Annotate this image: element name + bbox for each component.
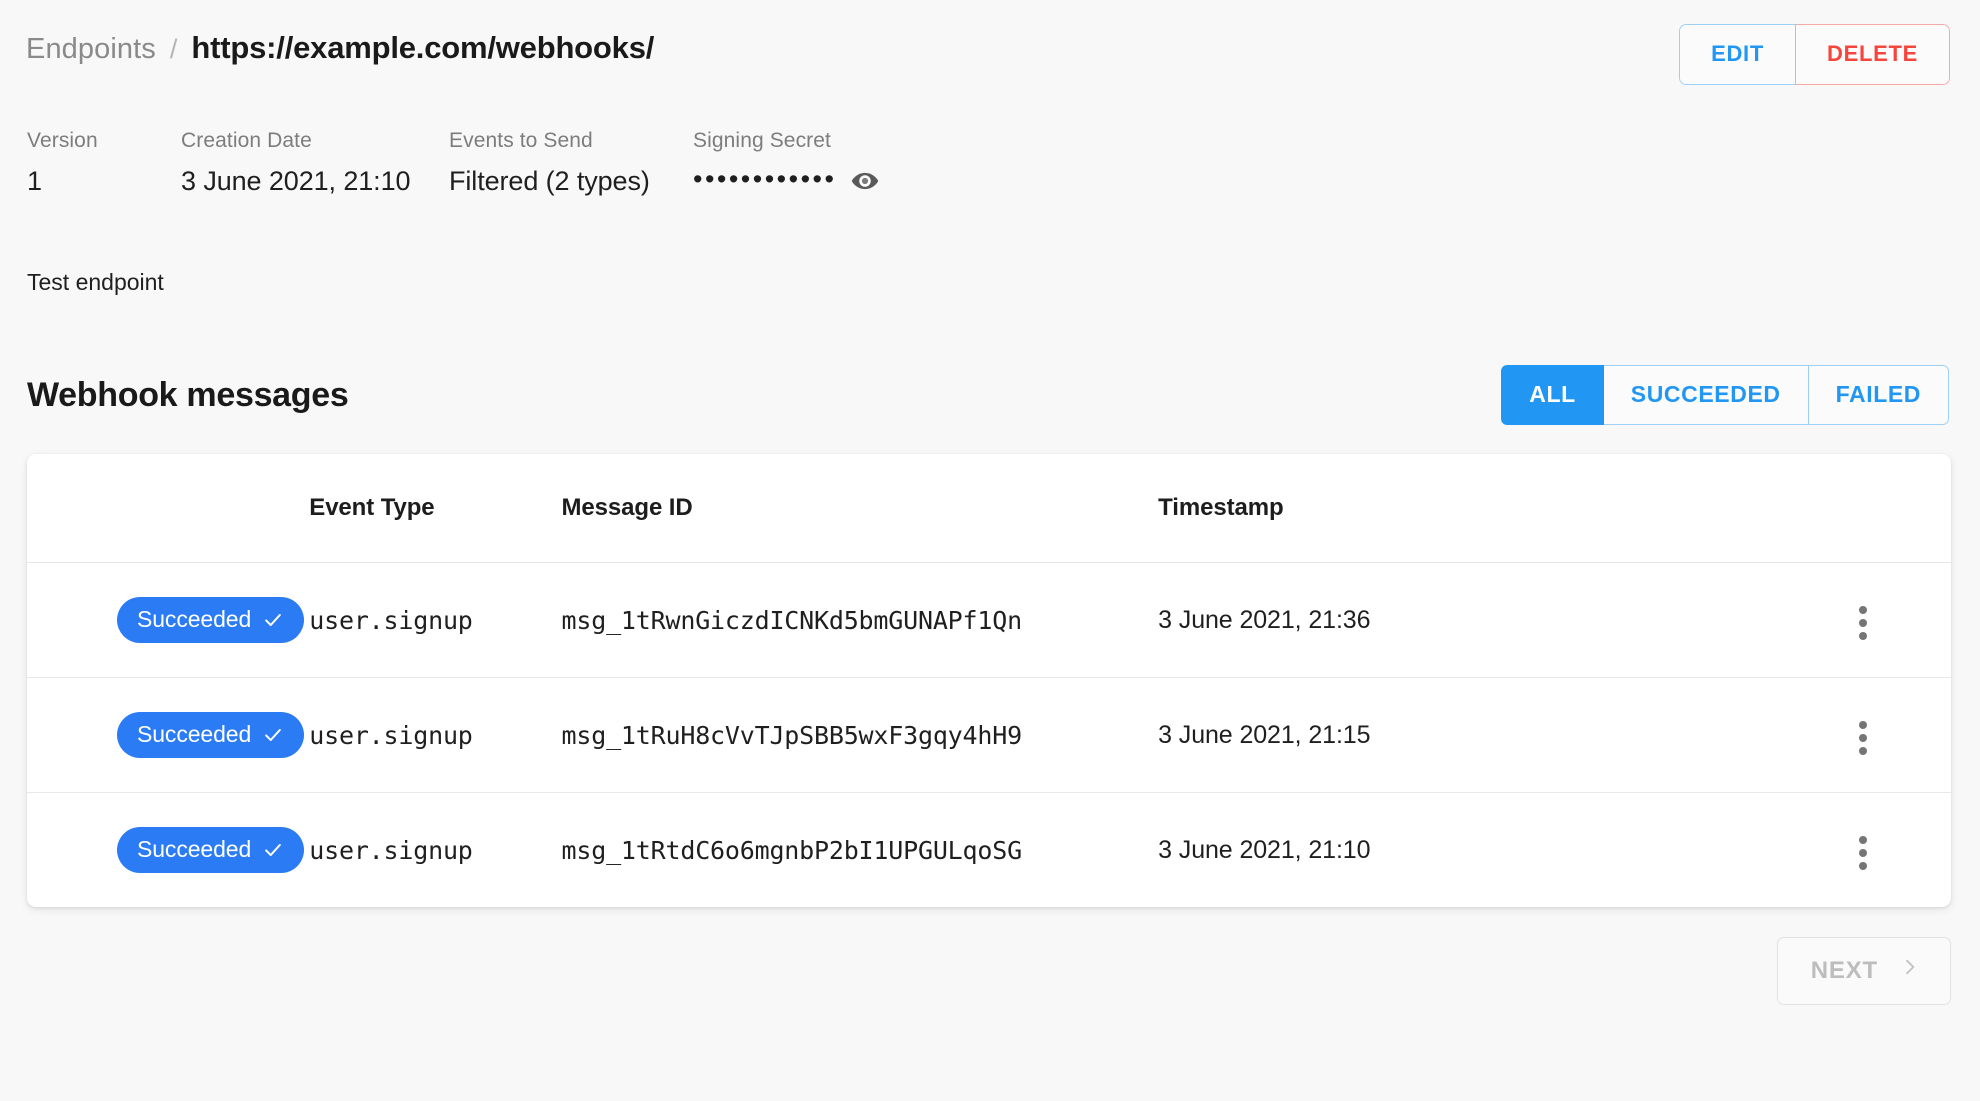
eye-icon[interactable] [850,166,880,196]
events-to-send-field: Events to Send Filtered (2 types) [449,129,693,197]
breadcrumb-endpoints-link[interactable]: Endpoints [26,33,156,66]
event-type-cell: user.signup [309,563,561,678]
status-badge: Succeeded [117,597,304,643]
filter-tab-failed[interactable]: FAILED [1809,365,1949,425]
status-badge: Succeeded [117,712,304,758]
webhook-messages-table: Event Type Message ID Timestamp Succeede… [27,454,1951,907]
event-type-cell: user.signup [309,793,561,908]
pagination: NEXT [26,937,1954,1005]
status-cell: Succeeded [27,563,309,678]
version-label: Version [27,129,181,153]
table-row[interactable]: Succeeded user.signup msg_1tRtdC6o6mgnbP… [27,793,1951,908]
breadcrumb: Endpoints / https://example.com/webhooks… [26,24,654,66]
filter-tab-succeeded[interactable]: SUCCEEDED [1604,365,1809,425]
webhook-messages-title: Webhook messages [27,376,348,415]
events-to-send-label: Events to Send [449,129,693,153]
timestamp-cell: 3 June 2021, 21:36 [1158,563,1510,678]
signing-secret-value-row: •••••••••••• [693,166,993,196]
table-row[interactable]: Succeeded user.signup msg_1tRwnGiczdICNK… [27,563,1951,678]
creation-date-field: Creation Date 3 June 2021, 21:10 [181,129,449,197]
column-header-status [27,454,309,563]
filter-tab-all[interactable]: ALL [1501,365,1604,425]
timestamp-cell: 3 June 2021, 21:10 [1158,793,1510,908]
endpoint-detail-page: Endpoints / https://example.com/webhooks… [0,0,1980,1101]
kebab-menu-icon[interactable] [1859,836,1867,870]
check-icon [262,609,284,631]
event-type-cell: user.signup [309,678,561,793]
column-header-actions [1511,454,1952,563]
signing-secret-label: Signing Secret [693,129,993,153]
table-header-row: Event Type Message ID Timestamp [27,454,1951,563]
row-actions-cell [1511,793,1952,908]
version-value: 1 [27,166,181,197]
message-id-cell: msg_1tRuH8cVvTJpSBB5wxF3gqy4hH9 [562,678,1159,793]
status-badge-label: Succeeded [137,721,251,748]
table-row[interactable]: Succeeded user.signup msg_1tRuH8cVvTJpSB… [27,678,1951,793]
delete-button[interactable]: DELETE [1795,24,1950,85]
creation-date-value: 3 June 2021, 21:10 [181,166,449,197]
endpoint-actions: EDIT DELETE [1679,24,1950,85]
check-icon [262,839,284,861]
timestamp-cell: 3 June 2021, 21:15 [1158,678,1510,793]
creation-date-label: Creation Date [181,129,449,153]
page-header: Endpoints / https://example.com/webhooks… [26,0,1954,85]
kebab-menu-icon[interactable] [1859,606,1867,640]
signing-secret-field: Signing Secret •••••••••••• [693,129,993,197]
messages-section-header: Webhook messages ALL SUCCEEDED FAILED [26,365,1954,425]
webhook-messages-table-card: Event Type Message ID Timestamp Succeede… [27,454,1951,907]
row-actions-cell [1511,563,1952,678]
breadcrumb-separator: / [170,34,178,65]
edit-button[interactable]: EDIT [1679,24,1795,85]
column-header-message-id: Message ID [562,454,1159,563]
table-header: Event Type Message ID Timestamp [27,454,1951,563]
message-id-cell: msg_1tRtdC6o6mgnbP2bI1UPGULqoSG [562,793,1159,908]
status-cell: Succeeded [27,793,309,908]
status-cell: Succeeded [27,678,309,793]
status-badge-label: Succeeded [137,606,251,633]
status-badge: Succeeded [117,827,304,873]
row-actions-cell [1511,678,1952,793]
page-title: https://example.com/webhooks/ [191,30,654,66]
column-header-event-type: Event Type [309,454,561,563]
table-body: Succeeded user.signup msg_1tRwnGiczdICNK… [27,563,1951,908]
chevron-right-icon [1900,955,1920,986]
message-filter-group: ALL SUCCEEDED FAILED [1501,365,1949,425]
next-page-button[interactable]: NEXT [1777,937,1951,1005]
version-field: Version 1 [27,129,181,197]
column-header-timestamp: Timestamp [1158,454,1510,563]
status-badge-label: Succeeded [137,836,251,863]
kebab-menu-icon[interactable] [1859,721,1867,755]
check-icon [262,724,284,746]
events-to-send-value: Filtered (2 types) [449,166,693,197]
next-page-label: NEXT [1811,957,1878,985]
message-id-cell: msg_1tRwnGiczdICNKd5bmGUNAPf1Qn [562,563,1159,678]
test-endpoint-link[interactable]: Test endpoint [26,269,1954,296]
endpoint-metadata: Version 1 Creation Date 3 June 2021, 21:… [26,129,1954,197]
signing-secret-masked-value: •••••••••••• [693,166,836,193]
